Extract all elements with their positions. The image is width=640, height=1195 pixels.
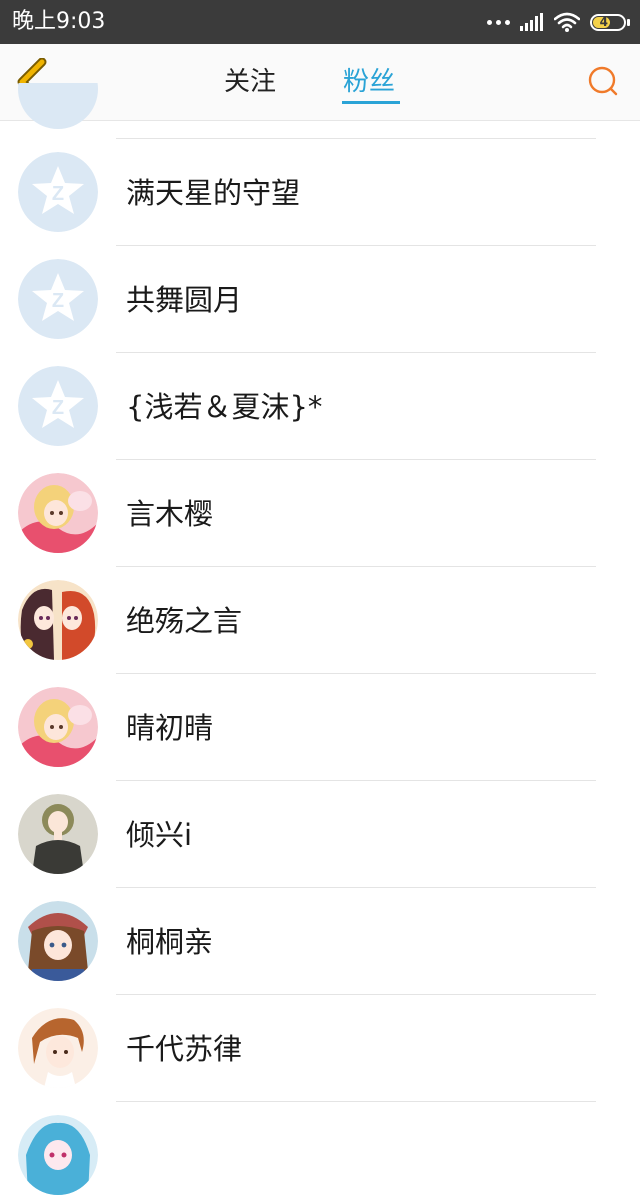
divider <box>116 459 596 460</box>
fan-name: 言木樱 <box>126 497 214 531</box>
list-item[interactable]: 倾兴i <box>0 763 640 874</box>
search-button[interactable] <box>586 64 622 100</box>
divider <box>116 245 596 246</box>
signal-icon <box>520 13 543 31</box>
default-qq-avatar-icon: Z <box>18 259 98 339</box>
battery-level: 41 <box>599 14 617 29</box>
avatar[interactable] <box>18 901 98 981</box>
svg-text:Z: Z <box>52 397 64 419</box>
avatar[interactable] <box>18 1115 98 1195</box>
list-item[interactable]: Z {浅若＆夏沫}* <box>0 335 640 446</box>
fan-name: 桐桐亲 <box>126 925 214 959</box>
avatar[interactable]: Z <box>18 366 98 446</box>
divider <box>116 1101 596 1102</box>
anime-girl-avatar-icon <box>18 1008 98 1088</box>
list-item[interactable]: 千代苏律 <box>0 977 640 1088</box>
divider <box>116 566 596 567</box>
tab-fans[interactable]: 粉丝 <box>343 64 395 100</box>
fan-name: 满天星的守望 <box>126 176 301 210</box>
avatar[interactable] <box>18 687 98 767</box>
anime-girls-avatar-icon <box>18 580 98 660</box>
avatar[interactable] <box>18 473 98 553</box>
avatar[interactable] <box>18 794 98 874</box>
fan-name: 倾兴i <box>126 818 193 852</box>
divider <box>116 887 596 888</box>
svg-text:Z: Z <box>52 183 64 205</box>
avatar[interactable] <box>18 580 98 660</box>
list-item[interactable]: 桐桐亲 <box>0 870 640 981</box>
status-bar: 晚上9:03 41 <box>0 0 640 44</box>
tab-follow[interactable]: 关注 <box>224 64 276 100</box>
list-item[interactable]: Z 共舞圆月 <box>0 228 640 339</box>
status-icons: 41 <box>487 10 630 34</box>
fan-name: 共舞圆月 <box>126 283 243 317</box>
divider <box>116 994 596 995</box>
battery-icon: 41 <box>590 13 626 31</box>
list-item[interactable]: 言木樱 <box>0 442 640 553</box>
list-item[interactable]: Z 满天星的守望 <box>0 121 640 232</box>
avatar[interactable] <box>18 1008 98 1088</box>
fan-name: {浅若＆夏沫}* <box>126 390 323 424</box>
svg-text:Z: Z <box>52 290 64 312</box>
anime-girl-avatar-icon <box>18 687 98 767</box>
more-dots-icon <box>487 19 510 25</box>
anime-girl-avatar-icon <box>18 794 98 874</box>
divider <box>116 352 596 353</box>
search-icon <box>588 66 618 96</box>
avatar[interactable]: Z <box>18 152 98 232</box>
fan-name: 晴初晴 <box>126 711 214 745</box>
divider <box>116 673 596 674</box>
active-tab-indicator <box>342 101 400 104</box>
status-time: 晚上9:03 <box>12 9 106 34</box>
anime-girl-avatar-icon <box>18 1115 98 1195</box>
wifi-icon <box>554 12 580 32</box>
anime-girl-avatar-icon <box>18 901 98 981</box>
default-qq-avatar-icon: Z <box>18 366 98 446</box>
avatar[interactable]: Z <box>18 259 98 339</box>
divider <box>116 780 596 781</box>
anime-girl-avatar-icon <box>18 473 98 553</box>
fan-name: 绝殇之言 <box>126 604 243 638</box>
list-item[interactable]: 绝殇之言 <box>0 549 640 660</box>
fans-list[interactable]: Z 满天星的守望 Z 共舞圆月 Z {浅若＆夏沫}* 言木樱 绝殇之言 晴初晴 … <box>0 83 640 1195</box>
default-qq-avatar-icon: Z <box>18 152 98 232</box>
divider <box>116 138 596 139</box>
fan-name: 千代苏律 <box>126 1032 243 1066</box>
list-item[interactable]: 晴初晴 <box>0 656 640 767</box>
